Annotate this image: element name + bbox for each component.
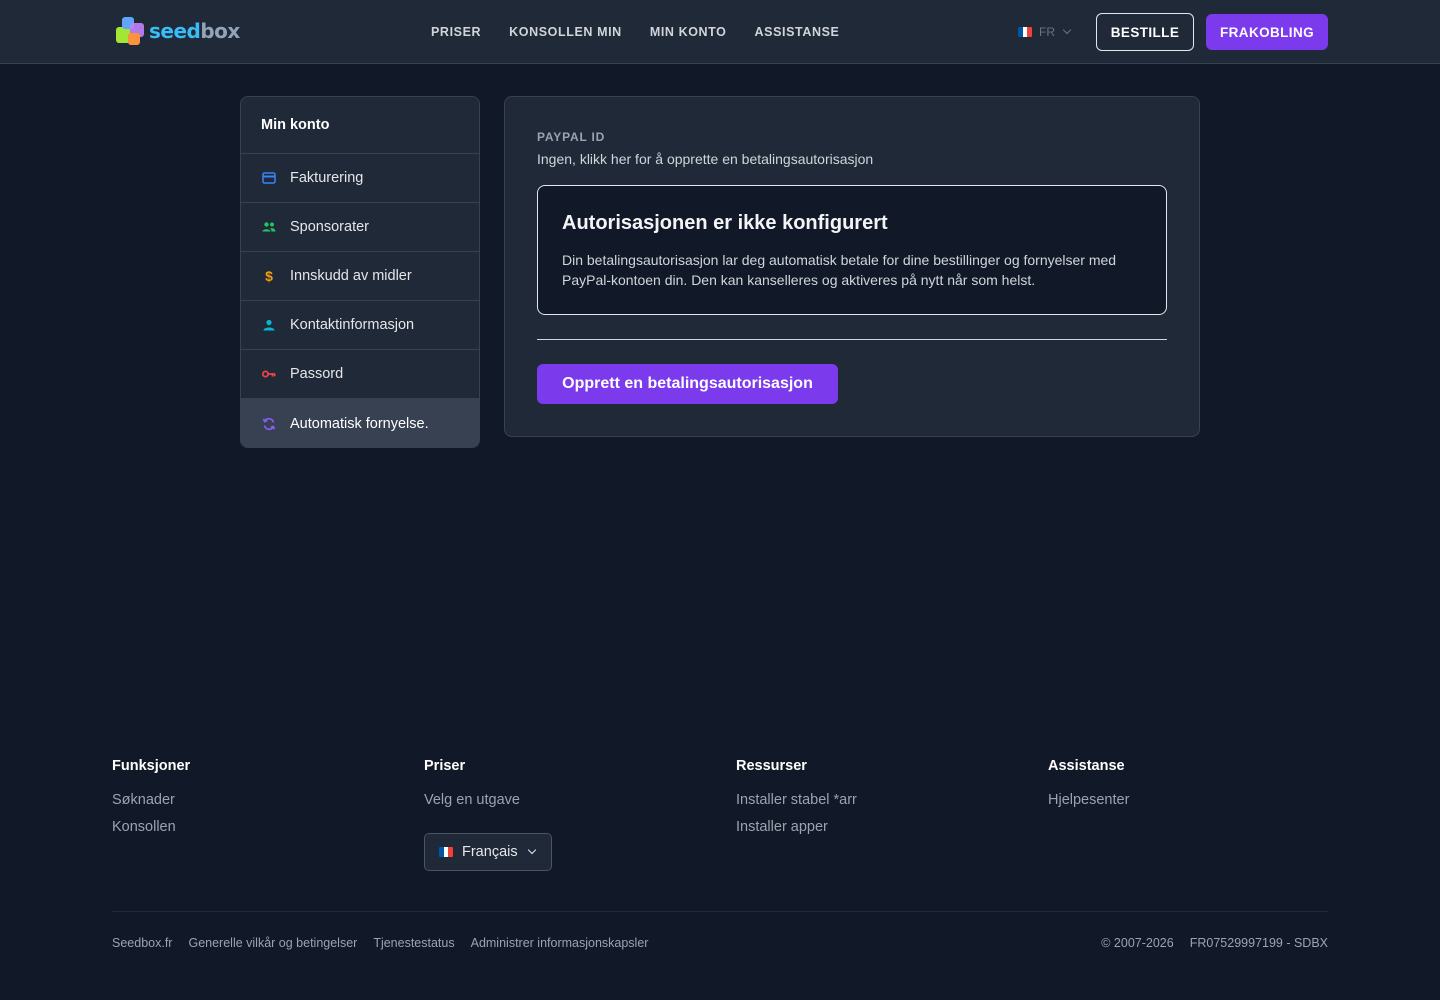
sidebar-item-label: Innskudd av midler [290,268,412,284]
footer-legal: © 2007-2026 FR07529997199 - SDBX [1085,936,1328,950]
sidebar-title: Min konto [241,97,479,154]
authorization-notice: Autorisasjonen er ikke konfigurert Din b… [537,185,1167,315]
nav-pricing[interactable]: PRISER [431,25,481,39]
footer-language-select[interactable]: Français [424,833,552,871]
dollar-icon: $ [265,268,273,284]
main-nav: PRISER KONSOLLEN MIN MIN KONTO ASSISTANS… [431,0,867,64]
footer-link-console[interactable]: Konsollen [112,819,190,835]
footer-column-resources: Ressurser Installer stabel *arr Installe… [736,758,857,846]
notice-title: Autorisasjonen er ikke konfigurert [562,212,888,234]
footer-column-pricing: Priser Velg en utgave [424,758,520,819]
sidebar-item-auto-renewal[interactable]: Automatisk fornyelse. [241,399,479,447]
auto-renewal-card: PAYPAL ID Ingen, klikk her for å opprett… [504,96,1200,437]
sidebar-item-deposit[interactable]: $ Innskudd av midler [241,252,479,301]
footer-link-home[interactable]: Seedbox.fr [112,936,172,950]
footer-column-features: Funksjoner Søknader Konsollen [112,758,190,846]
refresh-icon [262,417,276,431]
footer-column-title: Ressurser [736,758,807,774]
nav-support[interactable]: ASSISTANSE [755,25,840,39]
sidebar-item-billing[interactable]: Fakturering [241,154,479,203]
french-flag-icon [1018,27,1032,37]
nav-console[interactable]: KONSOLLEN MIN [509,25,622,39]
paypal-id-label: PAYPAL ID [537,130,606,144]
account-sidebar: Min konto Fakturering Sponsorater $ Inns… [240,96,480,448]
chevron-down-icon [1062,25,1072,35]
create-authorization-button[interactable]: Opprett en betalingsautorisasjon [537,364,838,404]
sidebar-item-label: Automatisk fornyelse. [290,415,429,432]
footer-link-service-status[interactable]: Tjenestestatus [373,936,454,950]
footer-column-title: Funksjoner [112,758,191,774]
user-icon [262,318,276,332]
footer-link-install-arr-stack[interactable]: Installer stabel *arr [736,792,857,808]
footer-column-title: Priser [424,758,466,774]
nav-my-account[interactable]: MIN KONTO [650,25,727,39]
footer-link-install-apps[interactable]: Installer apper [736,819,857,835]
footer-link-help-center[interactable]: Hjelpesenter [1048,792,1129,808]
french-flag-icon [439,847,453,857]
sidebar-item-password[interactable]: Passord [241,350,479,399]
language-code: FR [1039,25,1055,39]
key-icon [262,367,276,381]
sidebar-item-label: Fakturering [290,170,364,186]
logo-text: seedbox [149,19,240,43]
users-icon [262,220,276,234]
sidebar-item-label: Sponsorater [290,219,369,235]
language-select-value: Français [462,844,518,860]
paypal-id-value[interactable]: Ingen, klikk her for å opprette en betal… [537,151,873,167]
sidebar-item-label: Passord [290,366,344,382]
logout-button[interactable]: FRAKOBLING [1206,14,1328,50]
footer-column-support: Assistanse Hjelpesenter [1048,758,1129,819]
top-header: seedbox PRISER KONSOLLEN MIN MIN KONTO A… [0,0,1440,64]
footer-bottom-links: Seedbox.fr Generelle vilkår og betingels… [112,936,664,950]
footer-column-title: Assistanse [1048,758,1125,774]
company-id-text: FR07529997199 - SDBX [1189,936,1328,950]
credit-card-icon [262,171,276,185]
sidebar-item-contact[interactable]: Kontaktinformasjon [241,301,479,350]
footer-link-choose-edition[interactable]: Velg en utgave [424,792,520,808]
order-button[interactable]: BESTILLE [1096,13,1194,51]
notice-text: Din betalingsautorisasjon lar deg automa… [562,252,1117,288]
footer-link-applications[interactable]: Søknader [112,792,190,808]
logo-cubes-icon [114,15,148,47]
sidebar-item-label: Kontaktinformasjon [290,317,415,333]
divider [537,339,1167,340]
chevron-down-icon [527,845,536,855]
footer-divider [112,911,1328,912]
footer-link-terms[interactable]: Generelle vilkår og betingelser [188,936,357,950]
footer-link-cookies[interactable]: Administrer informasjonskapsler [471,936,649,950]
sidebar-item-sponsorships[interactable]: Sponsorater [241,203,479,252]
language-switcher[interactable]: FR [1018,22,1072,42]
seedbox-logo[interactable]: seedbox [114,15,240,47]
copyright-text: © 2007-2026 [1101,936,1174,950]
